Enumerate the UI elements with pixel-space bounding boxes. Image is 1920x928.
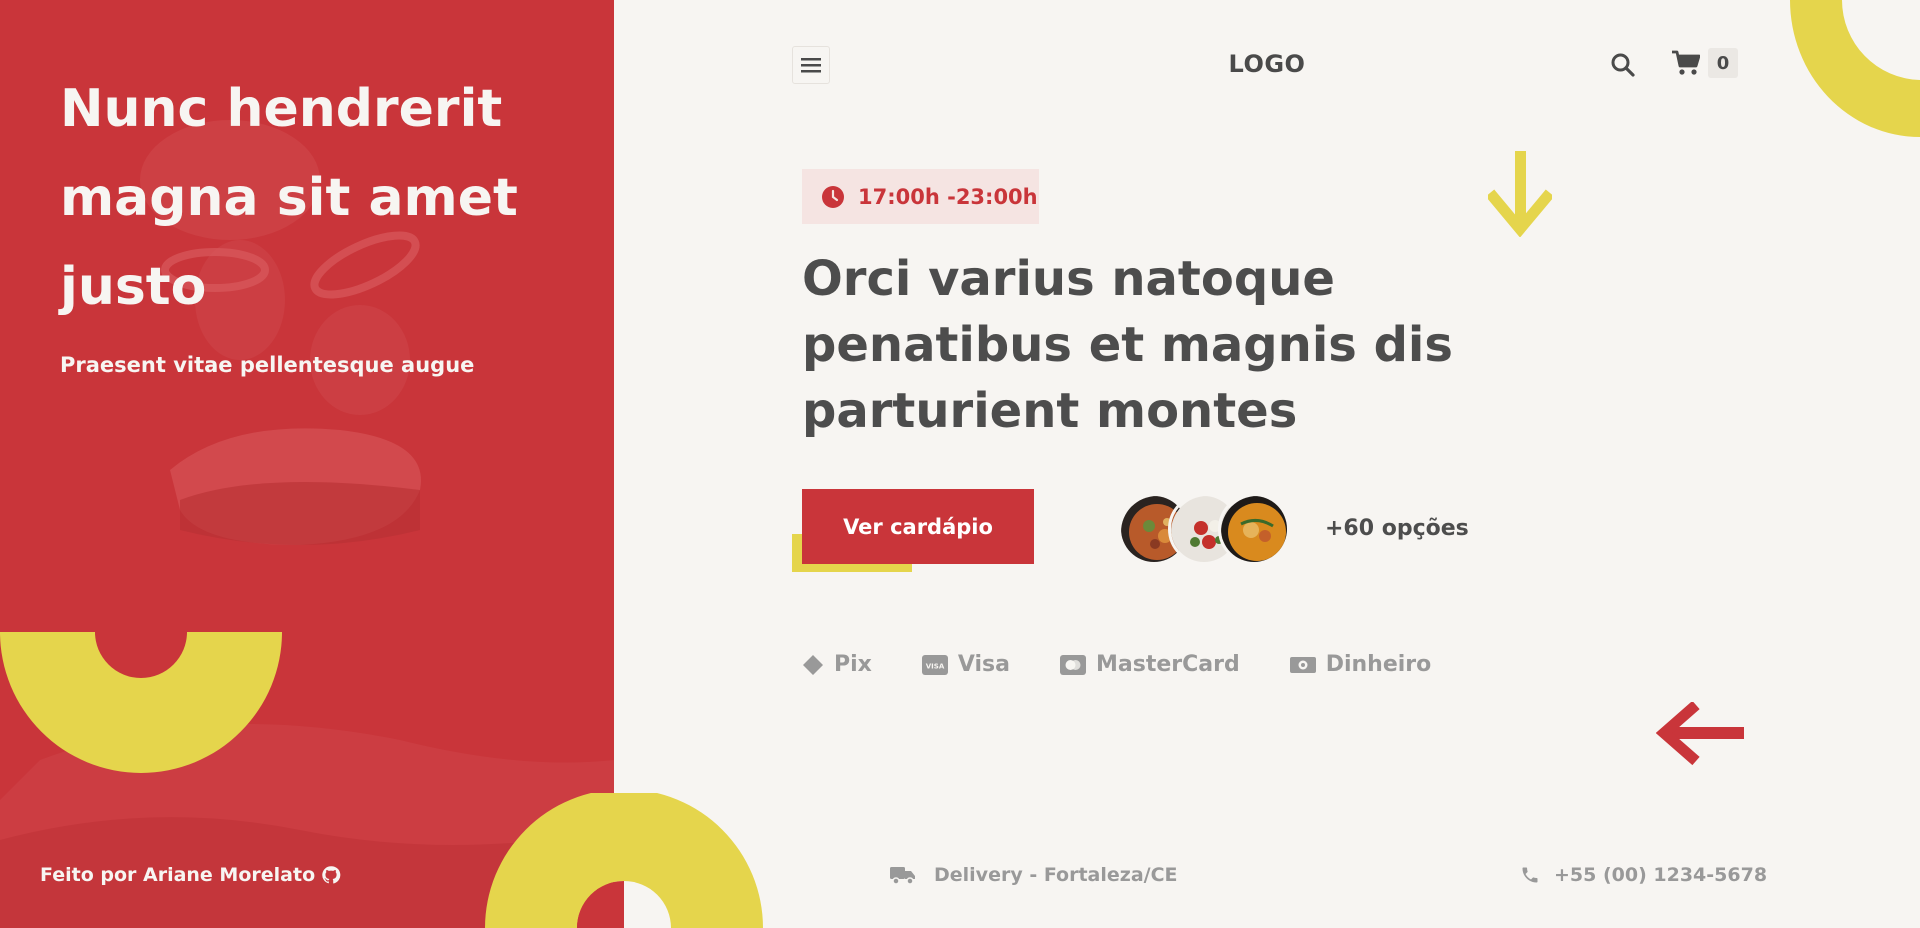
phone-text: +55 (00) 1234-5678 (1554, 864, 1768, 886)
hero-title: Nunc hendrerit magna sit amet justo (60, 79, 518, 317)
cart-count-badge: 0 (1708, 48, 1738, 78)
credit-link[interactable]: Feito por Ariane Morelato (40, 864, 341, 886)
clock-icon (822, 185, 844, 208)
visa-icon: VISA (921, 654, 948, 675)
down-arrow-decoration (1488, 151, 1552, 237)
payment-label: Pix (834, 652, 872, 677)
payment-label: MasterCard (1095, 652, 1240, 677)
hamburger-icon (801, 58, 821, 73)
github-icon (322, 866, 341, 884)
main-headline: Orci varius natoque penatibus et magnis … (802, 251, 1453, 439)
phone-link[interactable]: +55 (00) 1234-5678 (1520, 864, 1767, 886)
yellow-arch-decoration (0, 632, 282, 773)
truck-icon (890, 867, 915, 885)
pix-icon (803, 654, 823, 675)
delivery-info: Delivery - Fortaleza/CE (890, 864, 1178, 886)
hero-panel: Nunc hendrerit magna sit amet justo Prae… (0, 0, 614, 928)
view-menu-button[interactable]: Ver cardápio (802, 489, 1034, 564)
payment-visa: VISA Visa (921, 652, 1010, 677)
credit-text: Feito por Ariane Morelato (40, 864, 316, 886)
menu-button[interactable] (792, 46, 830, 84)
hero-subtitle: Praesent vitae pellentesque augue (60, 353, 475, 377)
logo[interactable]: LOGO (1180, 50, 1354, 78)
svg-text:VISA: VISA (926, 662, 945, 670)
search-icon (1611, 53, 1635, 77)
hours-badge: 17:00h -23:00h (802, 169, 1039, 224)
options-count: +60 opções (1325, 516, 1469, 541)
money-icon (1289, 656, 1316, 673)
payment-label: Dinheiro (1325, 652, 1432, 677)
delivery-text: Delivery - Fortaleza/CE (934, 864, 1178, 886)
dish-thumbnails (1118, 493, 1290, 565)
cart-button[interactable]: 0 (1672, 48, 1738, 78)
payment-mastercard: MasterCard (1059, 652, 1240, 677)
payment-pix: Pix (802, 652, 872, 677)
yellow-corner-decoration (1790, 0, 1920, 137)
yellow-ring-decoration (485, 793, 763, 928)
payment-money: Dinheiro (1289, 652, 1432, 677)
dish-thumbnail (1218, 493, 1290, 565)
phone-icon (1522, 867, 1538, 883)
mastercard-icon (1059, 654, 1086, 675)
payment-label: Visa (957, 652, 1010, 677)
left-arrow-decoration (1656, 702, 1744, 766)
payment-methods: Pix VISA Visa MasterCard Dinheiro (802, 652, 1431, 677)
hours-text: 17:00h -23:00h (858, 184, 1038, 209)
cart-icon (1672, 50, 1700, 75)
search-button[interactable] (1610, 52, 1636, 78)
